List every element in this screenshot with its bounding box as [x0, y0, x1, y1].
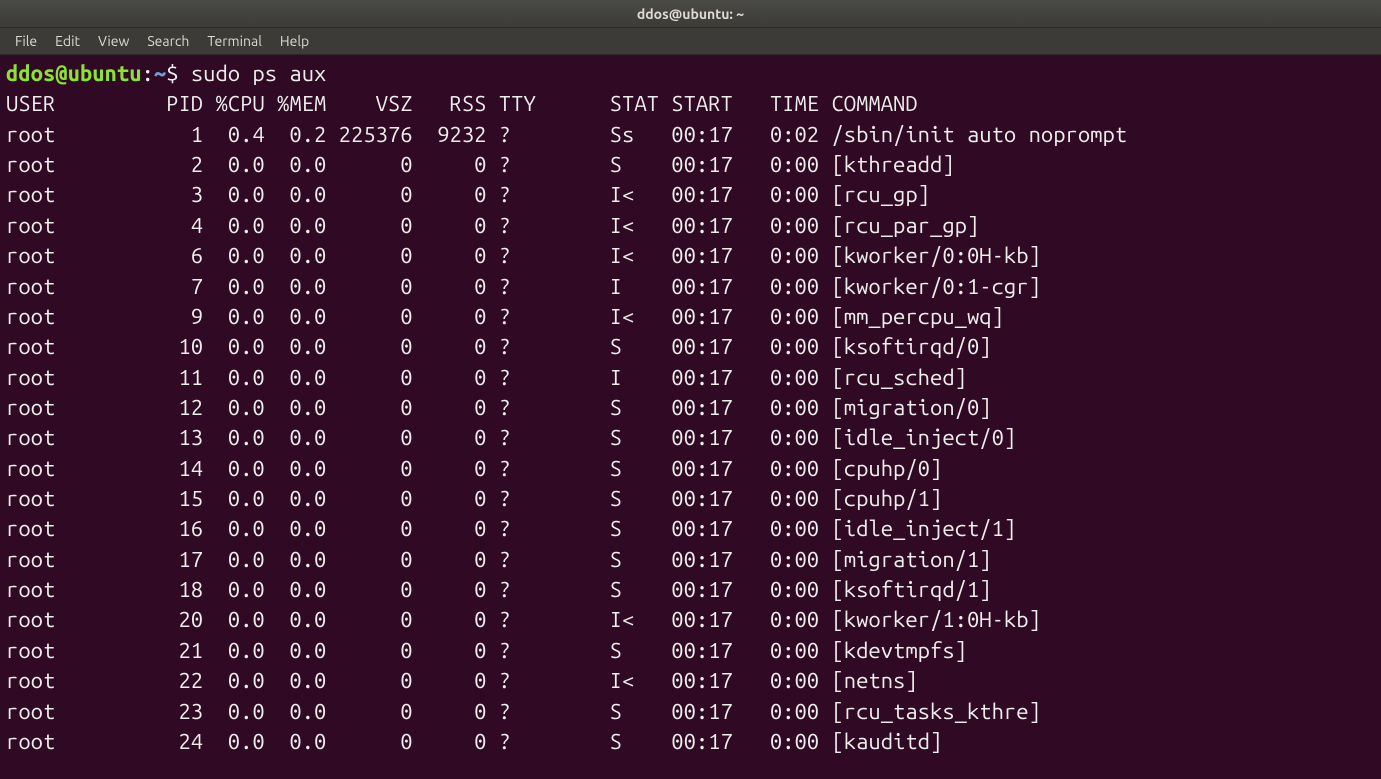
menu-edit[interactable]: Edit [46, 29, 89, 53]
menu-file[interactable]: File [6, 29, 46, 53]
prompt-sep: : [142, 61, 154, 86]
menubar: File Edit View Search Terminal Help [0, 28, 1381, 55]
command-text: sudo ps aux [191, 61, 327, 86]
ps-header: USER PID %CPU %MEM VSZ RSS TTY STAT STAR… [6, 91, 918, 116]
prompt-user-host: ddos@ubuntu [6, 61, 142, 86]
menu-help[interactable]: Help [271, 29, 318, 53]
ps-body: root 1 0.4 0.2 225376 9232 ? Ss 00:17 0:… [6, 122, 1127, 754]
terminal-viewport[interactable]: ddos@ubuntu:~$ sudo ps aux USER PID %CPU… [0, 55, 1381, 761]
menu-view[interactable]: View [89, 29, 138, 53]
window-title: ddos@ubuntu: ~ [637, 6, 744, 22]
prompt-path: ~ [154, 61, 166, 86]
prompt-symbol: $ [166, 61, 191, 86]
window-titlebar: ddos@ubuntu: ~ [0, 0, 1381, 28]
menu-terminal[interactable]: Terminal [198, 29, 271, 53]
menu-search[interactable]: Search [138, 29, 198, 53]
